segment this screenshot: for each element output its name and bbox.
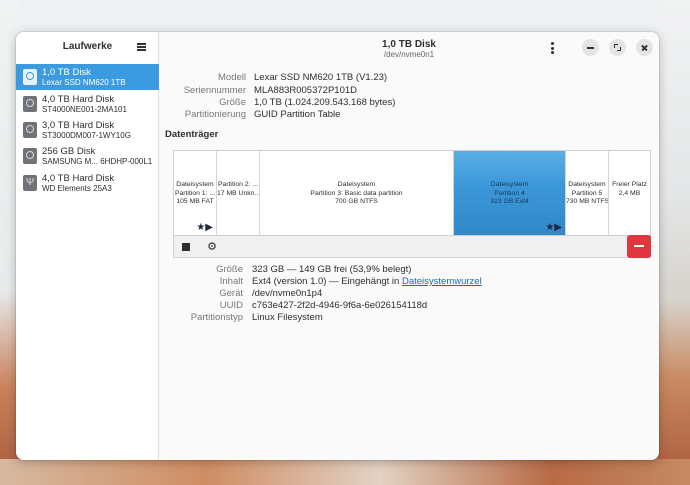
prop-value: /dev/nvme0n1p4 (252, 288, 323, 299)
partition-info-uuid: UUID c763e427-2f2d-4946-9f6a-6e026154118… (159, 300, 659, 312)
partition-1[interactable]: Dateisystem Partition 1: ... 105 MB FAT ★▶ (174, 151, 217, 235)
partition-label: Dateisystem Partition 3: Basic data parti… (310, 181, 403, 205)
partition-toolbar: ⚙ (173, 235, 651, 258)
prop-label: Seriennummer (183, 85, 246, 96)
minimize-button[interactable] (582, 39, 599, 56)
disk-icon (23, 148, 37, 164)
drive-info-model: Modell Lexar SSD NM620 1TB (V1.23) (159, 72, 659, 84)
disk-name: 3,0 TB Hard Disk (42, 120, 115, 131)
partition-info-device: Gerät /dev/nvme0n1p4 (159, 288, 659, 300)
maximize-button[interactable] (609, 39, 626, 56)
disks-window: Laufwerke 1,0 TB Disk Lexar SSD NM620 1T… (16, 32, 659, 460)
partition-map: Dateisystem Partition 1: ... 105 MB FAT ★▶… (173, 150, 651, 236)
prop-value: GUID Partition Table (254, 109, 341, 120)
partition-3[interactable]: Dateisystem Partition 3: Basic data parti… (260, 151, 454, 235)
mount-point-link[interactable]: Dateisystemwurzel (402, 276, 482, 287)
partition-4[interactable]: Dateisystem Partition 4 323 GB Ext4 ★▶ (454, 151, 566, 235)
partition-label: Freier Platz 2,4 MB (612, 181, 647, 197)
prop-label: Partitionstyp (190, 312, 243, 323)
volumes-section-title: Datenträger (165, 129, 219, 140)
partition-label: Dateisystem Partition 1: ... 105 MB FAT (174, 181, 216, 205)
settings-gear-icon[interactable]: ⚙ (202, 238, 222, 256)
prop-value: 1,0 TB (1.024.209.543.168 bytes) (254, 97, 396, 108)
sidebar-header: Laufwerke (16, 32, 158, 62)
disk-name: 4,0 TB Hard Disk (42, 94, 115, 105)
prop-label: UUID (219, 300, 243, 311)
prop-label: Gerät (219, 288, 243, 299)
prop-label: Größe (219, 97, 246, 108)
partition-info-type: Partitionstyp Linux Filesystem (159, 312, 659, 324)
unmount-button[interactable] (176, 238, 196, 256)
drive-info-size: Größe 1,0 TB (1.024.209.543.168 bytes) (159, 97, 659, 109)
prop-value: MLA883R005372P101D (254, 85, 357, 96)
prop-value: Ext4 (version 1.0) — Eingehängt in Datei… (252, 276, 482, 287)
disk-model: ST4000NE001-2MA101 (42, 105, 127, 114)
desktop-background-bottom (0, 459, 690, 485)
disk-icon (23, 96, 37, 112)
mounted-play-icon: ★▶ (545, 222, 562, 233)
disk-model: ST3000DM007-1WY10G (42, 131, 131, 140)
disk-model: SAMSUNG M... 6HDHP-000L1 (42, 157, 153, 166)
prop-value: c763e427-2f2d-4946-9f6a-6e026154118d (252, 300, 428, 311)
disk-model: Lexar SSD NM620 1TB (42, 78, 126, 87)
drive-info-partitioning: Partitionierung GUID Partition Table (159, 109, 659, 121)
prop-label: Partitionierung (184, 109, 246, 120)
sidebar-item-disk-2[interactable]: 4,0 TB Hard Disk ST4000NE001-2MA101 (16, 91, 159, 117)
disk-name: 4,0 TB Hard Disk (42, 173, 115, 184)
sidebar-item-disk-1[interactable]: 1,0 TB Disk Lexar SSD NM620 1TB (16, 64, 159, 90)
free-space[interactable]: Freier Platz 2,4 MB (609, 151, 650, 235)
close-button[interactable] (636, 39, 653, 56)
sidebar-item-disk-3[interactable]: 3,0 TB Hard Disk ST3000DM007-1WY10G (16, 117, 159, 143)
sidebar-item-disk-4[interactable]: 256 GB Disk SAMSUNG M... 6HDHP-000L1 (16, 143, 159, 169)
sidebar: Laufwerke 1,0 TB Disk Lexar SSD NM620 1T… (16, 32, 159, 460)
partition-label: Partition 2: ... 17 MB Unkn... (217, 181, 260, 197)
partition-label: Dateisystem Partition 5 730 MB NTFS (566, 181, 609, 205)
hamburger-menu-icon[interactable] (137, 43, 146, 51)
disk-icon (23, 122, 37, 138)
partition-info-content: Inhalt Ext4 (version 1.0) — Eingehängt i… (159, 276, 659, 288)
delete-partition-button[interactable] (627, 235, 651, 258)
disk-icon (23, 69, 37, 85)
disk-model: WD Elements 25A3 (42, 184, 112, 193)
prop-label: Modell (218, 72, 246, 83)
desktop-background-right (658, 0, 690, 485)
prop-value: Linux Filesystem (252, 312, 323, 323)
prop-label: Größe (216, 264, 243, 275)
prop-value: Lexar SSD NM620 1TB (V1.23) (254, 72, 388, 83)
prop-label: Inhalt (219, 276, 243, 287)
sidebar-item-disk-5[interactable]: Ψ 4,0 TB Hard Disk WD Elements 25A3 (16, 170, 159, 196)
partition-2[interactable]: Partition 2: ... 17 MB Unkn... (217, 151, 260, 235)
disk-name: 1,0 TB Disk (42, 67, 91, 78)
prop-value: 323 GB — 149 GB frei (53,9% belegt) (252, 264, 412, 275)
usb-drive-icon: Ψ (23, 175, 37, 191)
partition-5[interactable]: Dateisystem Partition 5 730 MB NTFS (566, 151, 609, 235)
main-panel: 1,0 TB Disk /dev/nvme0n1 Modell Lexar SS… (159, 32, 659, 460)
partition-info-size: Größe 323 GB — 149 GB frei (53,9% belegt… (159, 264, 659, 276)
more-options-icon[interactable] (551, 42, 555, 54)
mounted-play-icon: ★▶ (196, 222, 213, 233)
partition-label: Dateisystem Partition 4 323 GB Ext4 (490, 181, 529, 205)
disk-name: 256 GB Disk (42, 146, 96, 157)
drive-info-serial: Seriennummer MLA883R005372P101D (159, 85, 659, 97)
